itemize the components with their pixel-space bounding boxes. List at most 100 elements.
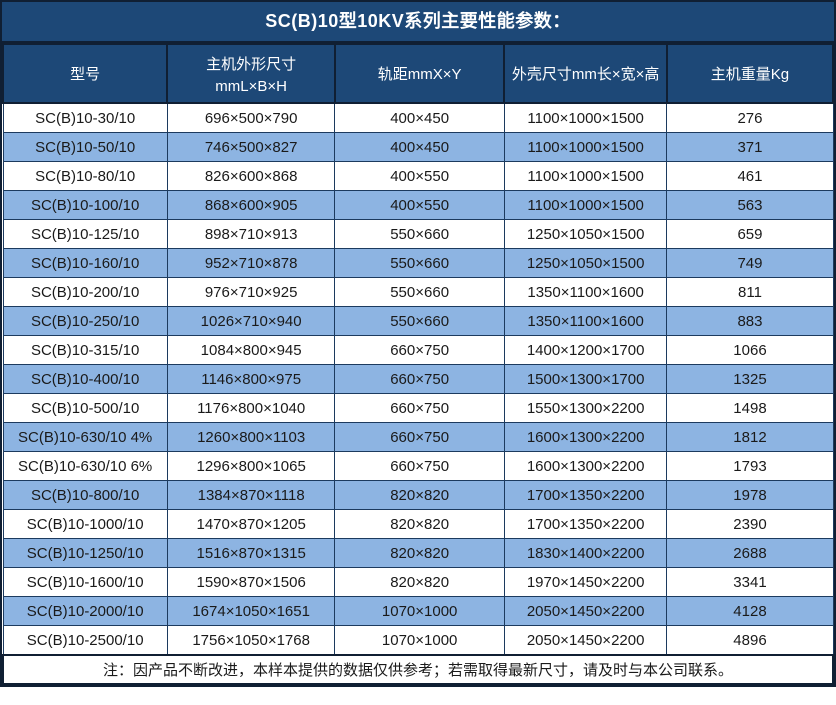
cell-weight: 1793	[667, 452, 833, 481]
cell-shell-dimensions: 1700×1350×2200	[504, 481, 667, 510]
table-row: SC(B)10-2500/10 1756×1050×1768 1070×1000…	[3, 626, 833, 656]
cell-weight: 4128	[667, 597, 833, 626]
cell-host-dimensions: 696×500×790	[167, 103, 335, 133]
table-row: SC(B)10-200/10 976×710×925 550×660 1350×…	[3, 278, 833, 307]
cell-shell-dimensions: 1100×1000×1500	[504, 162, 667, 191]
cell-rail-gauge: 660×750	[335, 423, 504, 452]
cell-host-dimensions: 976×710×925	[167, 278, 335, 307]
cell-weight: 371	[667, 133, 833, 162]
cell-rail-gauge: 1070×1000	[335, 626, 504, 656]
cell-weight: 1498	[667, 394, 833, 423]
cell-shell-dimensions: 1350×1100×1600	[504, 307, 667, 336]
table-row: SC(B)10-400/10 1146×800×975 660×750 1500…	[3, 365, 833, 394]
cell-rail-gauge: 550×660	[335, 278, 504, 307]
cell-model: SC(B)10-250/10	[3, 307, 167, 336]
note-row: 注：因产品不断改进，本样本提供的数据仅供参考；若需取得最新尺寸，请及时与本公司联…	[3, 655, 833, 684]
cell-host-dimensions: 826×600×868	[167, 162, 335, 191]
table-row: SC(B)10-125/10 898×710×913 550×660 1250×…	[3, 220, 833, 249]
cell-weight: 563	[667, 191, 833, 220]
cell-weight: 461	[667, 162, 833, 191]
cell-model: SC(B)10-800/10	[3, 481, 167, 510]
cell-host-dimensions: 1296×800×1065	[167, 452, 335, 481]
table-row: SC(B)10-1600/10 1590×870×1506 820×820 19…	[3, 568, 833, 597]
cell-weight: 3341	[667, 568, 833, 597]
table-note: 注：因产品不断改进，本样本提供的数据仅供参考；若需取得最新尺寸，请及时与本公司联…	[3, 655, 833, 684]
table-header: 型号 主机外形尺寸 mmL×B×H 轨距mmX×Y 外壳尺寸mm长×宽×高 主机…	[3, 44, 833, 103]
cell-rail-gauge: 820×820	[335, 539, 504, 568]
cell-host-dimensions: 1384×870×1118	[167, 481, 335, 510]
column-header-shell-dimensions: 外壳尺寸mm长×宽×高	[504, 44, 667, 103]
cell-model: SC(B)10-50/10	[3, 133, 167, 162]
table-row: SC(B)10-1250/10 1516×870×1315 820×820 18…	[3, 539, 833, 568]
cell-rail-gauge: 550×660	[335, 249, 504, 278]
cell-weight: 1066	[667, 336, 833, 365]
cell-model: SC(B)10-1600/10	[3, 568, 167, 597]
column-header-weight: 主机重量Kg	[667, 44, 833, 103]
cell-model: SC(B)10-500/10	[3, 394, 167, 423]
column-header-label: 主机重量Kg	[711, 66, 789, 83]
cell-host-dimensions: 1674×1050×1651	[167, 597, 335, 626]
header-row: 型号 主机外形尺寸 mmL×B×H 轨距mmX×Y 外壳尺寸mm长×宽×高 主机…	[3, 44, 833, 103]
cell-rail-gauge: 400×450	[335, 103, 504, 133]
column-header-label: 型号	[70, 66, 100, 83]
cell-rail-gauge: 660×750	[335, 452, 504, 481]
cell-model: SC(B)10-2000/10	[3, 597, 167, 626]
cell-host-dimensions: 1084×800×945	[167, 336, 335, 365]
table-title: SC(B)10型10KV系列主要性能参数：	[2, 2, 834, 43]
cell-shell-dimensions: 1250×1050×1500	[504, 249, 667, 278]
cell-rail-gauge: 550×660	[335, 220, 504, 249]
cell-model: SC(B)10-2500/10	[3, 626, 167, 656]
cell-host-dimensions: 1146×800×975	[167, 365, 335, 394]
cell-shell-dimensions: 1830×1400×2200	[504, 539, 667, 568]
cell-host-dimensions: 1516×870×1315	[167, 539, 335, 568]
table-row: SC(B)10-50/10 746×500×827 400×450 1100×1…	[3, 133, 833, 162]
table-row: SC(B)10-1000/10 1470×870×1205 820×820 17…	[3, 510, 833, 539]
cell-weight: 883	[667, 307, 833, 336]
cell-rail-gauge: 400×550	[335, 191, 504, 220]
table-row: SC(B)10-500/10 1176×800×1040 660×750 155…	[3, 394, 833, 423]
table-row: SC(B)10-100/10 868×600×905 400×550 1100×…	[3, 191, 833, 220]
cell-shell-dimensions: 2050×1450×2200	[504, 597, 667, 626]
cell-shell-dimensions: 1100×1000×1500	[504, 191, 667, 220]
cell-host-dimensions: 868×600×905	[167, 191, 335, 220]
cell-shell-dimensions: 1970×1450×2200	[504, 568, 667, 597]
table-row: SC(B)10-30/10 696×500×790 400×450 1100×1…	[3, 103, 833, 133]
column-header-label: 轨距mmX×Y	[378, 66, 462, 83]
cell-model: SC(B)10-200/10	[3, 278, 167, 307]
cell-model: SC(B)10-100/10	[3, 191, 167, 220]
cell-rail-gauge: 660×750	[335, 336, 504, 365]
cell-weight: 2390	[667, 510, 833, 539]
cell-model: SC(B)10-80/10	[3, 162, 167, 191]
cell-shell-dimensions: 1100×1000×1500	[504, 103, 667, 133]
cell-weight: 1812	[667, 423, 833, 452]
cell-host-dimensions: 1756×1050×1768	[167, 626, 335, 656]
cell-rail-gauge: 400×450	[335, 133, 504, 162]
column-header-label: 主机外形尺寸	[206, 56, 296, 73]
table-row: SC(B)10-630/10 4% 1260×800×1103 660×750 …	[3, 423, 833, 452]
cell-weight: 1325	[667, 365, 833, 394]
cell-rail-gauge: 550×660	[335, 307, 504, 336]
cell-rail-gauge: 820×820	[335, 481, 504, 510]
cell-model: SC(B)10-630/10 4%	[3, 423, 167, 452]
cell-host-dimensions: 952×710×878	[167, 249, 335, 278]
table-body: SC(B)10-30/10 696×500×790 400×450 1100×1…	[3, 103, 833, 655]
cell-rail-gauge: 1070×1000	[335, 597, 504, 626]
cell-rail-gauge: 820×820	[335, 568, 504, 597]
cell-rail-gauge: 660×750	[335, 394, 504, 423]
table-footer: 注：因产品不断改进，本样本提供的数据仅供参考；若需取得最新尺寸，请及时与本公司联…	[3, 655, 833, 684]
cell-shell-dimensions: 1700×1350×2200	[504, 510, 667, 539]
cell-shell-dimensions: 1400×1200×1700	[504, 336, 667, 365]
cell-weight: 811	[667, 278, 833, 307]
cell-rail-gauge: 400×550	[335, 162, 504, 191]
column-header-label: 外壳尺寸mm长×宽×高	[512, 66, 660, 83]
cell-weight: 749	[667, 249, 833, 278]
cell-model: SC(B)10-1250/10	[3, 539, 167, 568]
column-header-host-dimensions: 主机外形尺寸 mmL×B×H	[167, 44, 335, 103]
cell-host-dimensions: 1026×710×940	[167, 307, 335, 336]
cell-shell-dimensions: 1600×1300×2200	[504, 452, 667, 481]
cell-model: SC(B)10-315/10	[3, 336, 167, 365]
cell-host-dimensions: 898×710×913	[167, 220, 335, 249]
cell-model: SC(B)10-125/10	[3, 220, 167, 249]
column-header-sublabel: mmL×B×H	[170, 78, 332, 95]
cell-host-dimensions: 746×500×827	[167, 133, 335, 162]
